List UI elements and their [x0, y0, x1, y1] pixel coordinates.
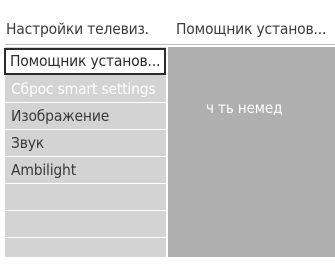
menu-item-sound[interactable]: Звук: [5, 130, 166, 156]
menu-divider: [5, 237, 166, 238]
detail-pane: ч ть немед: [166, 47, 335, 257]
header-divider: [5, 44, 335, 45]
menu-item-picture[interactable]: Изображение: [5, 103, 166, 129]
menu-item-ambilight[interactable]: Ambilight: [5, 157, 166, 183]
menu-item-installation-assistant[interactable]: Помощник установ...: [4, 48, 166, 75]
detail-text: ч ть немед: [206, 99, 283, 117]
menu-item-reset-smart-settings[interactable]: Сброс smart settings: [5, 76, 166, 102]
menu-header: Настройки телевиз. Помощник установ...: [5, 15, 335, 44]
header-title-settings: Настройки телевиз.: [6, 20, 149, 38]
header-title-submenu: Помощник установ...: [176, 20, 327, 38]
pane-divider: [166, 47, 168, 257]
menu-item-empty: [5, 211, 166, 237]
menu-item-empty: [5, 184, 166, 210]
menu-list-pane: Помощник установ... Сброс smart settings…: [4, 47, 166, 257]
tv-settings-menu: Настройки телевиз. Помощник установ... П…: [4, 15, 335, 257]
